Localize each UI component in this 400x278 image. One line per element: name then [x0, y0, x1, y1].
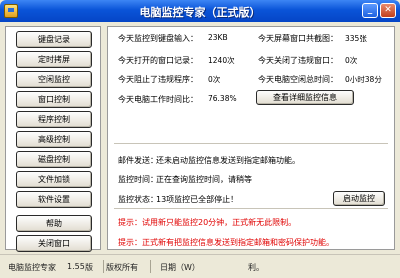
windows-opened-label: 今天打开的窗口记录： — [118, 56, 198, 65]
nav-help-button[interactable]: 帮助 — [16, 215, 92, 232]
tip-2: 提示：正式新有把监控信息发送到指定邮箱和密码保护功能。 — [118, 237, 334, 248]
nav-timed-screenshot-button[interactable]: 定时拷屏 — [16, 51, 92, 68]
work-ratio-value: 76.38% — [208, 94, 237, 103]
keyboard-input-label: 今天监控到键盘输入： — [118, 34, 198, 43]
violations-blocked-label: 今天阻止了违规程序： — [118, 75, 198, 84]
status-version: 1.55 — [67, 262, 85, 271]
divider — [114, 143, 388, 144]
divider — [114, 208, 388, 209]
status-separator — [150, 260, 151, 273]
idle-total-label: 今天电脑空闲总时间： — [258, 75, 338, 84]
minimize-button[interactable]: _ — [362, 3, 378, 18]
main-panel: 今天监控到键盘输入： 23KB 今天屏幕窗口共截图： 335张 今天打开的窗口记… — [107, 26, 395, 250]
violations-closed-label: 今天关闭了违规窗口： — [258, 56, 338, 65]
status-separator — [103, 260, 104, 273]
windows-opened-value: 1240次 — [208, 56, 235, 65]
nav-window-control-button[interactable]: 窗口控制 — [16, 91, 92, 108]
status-copyright: 版权所有 — [106, 263, 138, 272]
nav-settings-button[interactable]: 软件设置 — [16, 191, 92, 208]
nav-disk-control-button[interactable]: 磁盘控制 — [16, 151, 92, 168]
idle-total-value: 0小时38分 — [345, 75, 382, 84]
status-date: 日期（W） — [160, 263, 200, 272]
status-app-name: 电脑监控专家 — [8, 263, 56, 272]
nav-advanced-control-button[interactable]: 高级控制 — [16, 131, 92, 148]
status-version-label: 版 — [85, 263, 93, 272]
work-ratio-label: 今天电脑工作时间比： — [118, 95, 198, 104]
screenshots-label: 今天屏幕窗口共截图： — [258, 34, 338, 43]
status-bar: 电脑监控专家 1.55 版 版权所有 日期（W） 利。 — [0, 254, 400, 278]
screenshots-value: 335张 — [345, 34, 367, 43]
mail-label: 邮件发送： — [118, 156, 158, 165]
nav-keyboard-record-button[interactable]: 键盘记录 — [16, 31, 92, 48]
violations-closed-value: 0次 — [345, 56, 358, 65]
tip-1-label: 提示： — [118, 218, 142, 227]
tip-2-label: 提示： — [118, 238, 142, 247]
keyboard-input-value: 23KB — [208, 33, 228, 42]
monitor-time-label: 监控时间： — [118, 175, 158, 184]
nav-close-window-button[interactable]: 关闭窗口 — [16, 235, 92, 252]
nav-program-control-button[interactable]: 程序控制 — [16, 111, 92, 128]
tip-1: 提示：试用新只能监控20分钟，正式新无此限制。 — [118, 217, 296, 228]
mail-text: 还未启动监控信息发送到指定邮箱功能。 — [156, 156, 300, 165]
status-trailing: 利。 — [248, 263, 264, 272]
violations-blocked-value: 0次 — [208, 75, 221, 84]
view-detail-button[interactable]: 查看详细监控信息 — [256, 90, 354, 105]
monitor-status-text: 13项监控已全部停止！ — [156, 195, 239, 204]
title-bar[interactable]: 电脑监控专家（正式版） _ ✕ — [0, 0, 400, 22]
start-monitor-button[interactable]: 启动监控 — [333, 191, 385, 206]
tip-1-text: 试用新只能监控20分钟，正式新无此限制。 — [142, 218, 297, 227]
monitor-status-label: 监控状态： — [118, 195, 158, 204]
monitor-time-text: 正在查询监控时间，请稍等 — [156, 175, 252, 184]
nav-file-lock-button[interactable]: 文件加锁 — [16, 171, 92, 188]
nav-panel: 键盘记录 定时拷屏 空闲监控 窗口控制 程序控制 高级控制 磁盘控制 文件加锁 … — [5, 26, 101, 252]
app-window: 电脑监控专家（正式版） _ ✕ 键盘记录 定时拷屏 空闲监控 窗口控制 程序控制… — [0, 0, 400, 278]
close-button[interactable]: ✕ — [380, 3, 396, 18]
window-title: 电脑监控专家（正式版） — [139, 6, 261, 19]
nav-idle-monitor-button[interactable]: 空闲监控 — [16, 71, 92, 88]
tip-2-text: 正式新有把监控信息发送到指定邮箱和密码保护功能。 — [142, 238, 334, 247]
